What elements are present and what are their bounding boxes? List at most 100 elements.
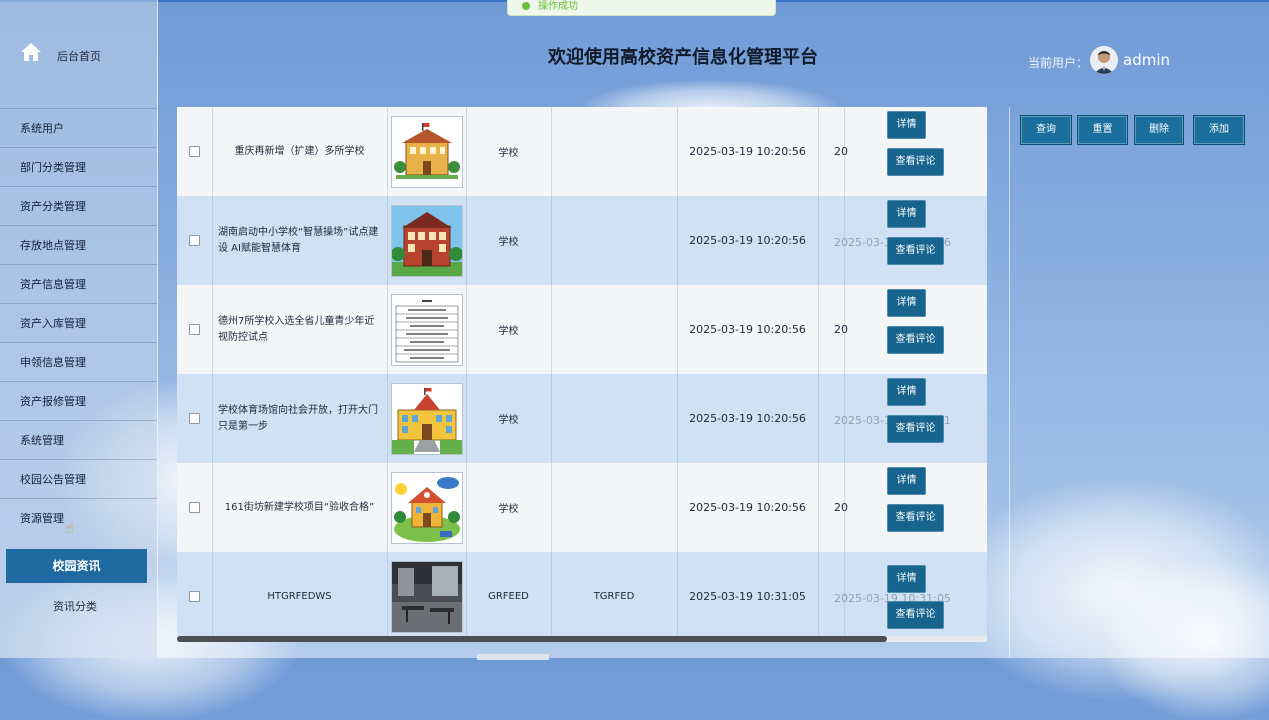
news-field	[551, 374, 678, 463]
sidebar-menu: 系统用户 部门分类管理 资产分类管理 存放地点管理 资产信息管理 资产入库管理 …	[0, 108, 157, 537]
created-date: 2025-03-19 10:20:56	[677, 196, 819, 285]
home-link[interactable]: 后台首页	[0, 30, 157, 80]
table-row: HTGRFEDWS GRFEED TGRFED 2025-03-19 10:31…	[177, 552, 987, 641]
view-comments-button[interactable]: 查看评论	[887, 601, 944, 629]
view-comments-button[interactable]: 查看评论	[887, 504, 944, 532]
sidebar-subitem-news-category[interactable]: 资讯分类	[0, 598, 150, 614]
sidebar-item-label: 申领信息管理	[20, 356, 86, 369]
table-row: 学校体育场馆向社会开放，打开大门只是第一步 学校 2025-03-19 10:2…	[177, 374, 987, 463]
detail-button[interactable]: 详情	[887, 111, 926, 139]
sidebar-item-label: 资产入库管理	[20, 317, 86, 330]
pagination[interactable]	[477, 654, 549, 660]
actions-cell: 详情 查看评论	[845, 107, 987, 196]
red-school-image	[391, 204, 463, 277]
view-comments-button[interactable]: 查看评论	[887, 237, 944, 265]
row-checkbox[interactable]	[189, 235, 200, 246]
created-date: 2025-03-19 10:20:56	[677, 107, 819, 196]
sidebar-item-repair[interactable]: 资产报修管理	[0, 381, 157, 420]
detail-button[interactable]: 详情	[887, 378, 926, 406]
news-field: TGRFED	[551, 552, 678, 641]
table-row: 湖南启动中小学校“智慧操场”试点建设 AI赋能智慧体育 学校 2025-03-1…	[177, 196, 987, 285]
home-icon	[21, 43, 41, 61]
view-comments-button[interactable]: 查看评论	[887, 415, 944, 443]
news-title: HTGRFEDWS	[212, 552, 388, 641]
updated-date: 2025-03-19 10:20:56	[818, 196, 951, 285]
updated-date: 20	[818, 107, 848, 196]
delete-button[interactable]: 删除	[1134, 115, 1184, 145]
row-checkbox[interactable]	[189, 146, 200, 157]
detail-button[interactable]: 详情	[887, 289, 926, 317]
news-title: 161街坊新建学校项目“验收合格”	[212, 463, 388, 552]
row-checkbox[interactable]	[189, 413, 200, 424]
sidebar-item-department[interactable]: 部门分类管理	[0, 147, 157, 186]
row-checkbox[interactable]	[189, 591, 200, 602]
reset-button[interactable]: 重置	[1077, 115, 1128, 145]
updated-date: 2025-03-19 10:20:01	[818, 374, 951, 463]
sidebar-item-label: 存放地点管理	[20, 239, 86, 252]
row-checkbox-cell	[177, 107, 213, 196]
add-button[interactable]: 添加	[1193, 115, 1245, 145]
sidebar-item-label: 资产信息管理	[20, 278, 86, 291]
updated-date: 20	[818, 285, 848, 374]
scrollbar-thumb[interactable]	[177, 636, 887, 642]
news-type: 学校	[466, 374, 552, 463]
row-checkbox-cell	[177, 196, 213, 285]
news-title: 德州7所学校入选全省儿童青少年近视防控试点	[212, 285, 388, 374]
sidebar-item-label: 系统用户	[20, 122, 64, 135]
sidebar-item-system[interactable]: 系统管理	[0, 420, 157, 459]
sidebar-item-users[interactable]: 系统用户	[0, 108, 157, 147]
thumbnail-cell	[388, 374, 467, 463]
thumbnail-cell	[388, 285, 467, 374]
created-date: 2025-03-19 10:31:05	[677, 552, 819, 641]
sidebar-item-announcement[interactable]: 校园公告管理	[0, 459, 157, 498]
sidebar-item-label: 资产报修管理	[20, 395, 86, 408]
actions-cell: 详情 查看评论	[845, 285, 987, 374]
detail-button[interactable]: 详情	[887, 200, 926, 228]
row-checkbox[interactable]	[189, 502, 200, 513]
created-date: 2025-03-19 10:20:56	[677, 285, 819, 374]
success-toast: 操作成功	[507, 0, 776, 16]
detail-button[interactable]: 详情	[887, 467, 926, 495]
user-label: 当前用户：	[1028, 56, 1089, 70]
row-checkbox-cell	[177, 552, 213, 641]
sidebar-item-resource[interactable]: 资源管理 ☝	[0, 498, 157, 537]
user-name: admin	[1123, 51, 1170, 69]
news-field	[551, 285, 678, 374]
sidebar-item-asset-info[interactable]: 资产信息管理	[0, 264, 157, 303]
sidebar-item-campus-news[interactable]: 校园资讯	[6, 549, 147, 583]
home-label: 后台首页	[57, 50, 101, 63]
horizontal-scrollbar[interactable]	[177, 636, 987, 642]
view-comments-button[interactable]: 查看评论	[887, 326, 944, 354]
yellow-school-image	[391, 382, 463, 455]
page-title: 欢迎使用高校资产信息化管理平台	[548, 47, 818, 68]
sidebar-item-label: 资源管理	[20, 512, 64, 525]
avatar[interactable]	[1090, 46, 1118, 74]
sidebar-item-label: 部门分类管理	[20, 161, 86, 174]
sidebar-item-label: 系统管理	[20, 434, 64, 447]
created-date: 2025-03-19 10:20:56	[677, 463, 819, 552]
cartoon-school-image	[391, 471, 463, 544]
actions-cell: 详情 查看评论	[845, 463, 987, 552]
sidebar-item-application[interactable]: 申领信息管理	[0, 342, 157, 381]
news-type: 学校	[466, 285, 552, 374]
sidebar-item-label: 校园公告管理	[20, 473, 86, 486]
table-row: 161街坊新建学校项目“验收合格” 学校 2025-03-19 10:20:56…	[177, 463, 987, 552]
thumbnail-cell	[388, 552, 467, 641]
user-avatar-icon	[1090, 46, 1118, 74]
sidebar-item-asset-category[interactable]: 资产分类管理	[0, 186, 157, 225]
news-type: GRFEED	[466, 552, 552, 641]
view-comments-button[interactable]: 查看评论	[887, 148, 944, 176]
school-building-image	[391, 115, 463, 188]
row-checkbox[interactable]	[189, 324, 200, 335]
search-button[interactable]: 查询	[1020, 115, 1072, 145]
sidebar-item-asset-inbound[interactable]: 资产入库管理	[0, 303, 157, 342]
pointer-hand-icon: ☝	[65, 519, 75, 537]
sidebar-item-location[interactable]: 存放地点管理	[0, 225, 157, 264]
detail-button[interactable]: 详情	[887, 565, 926, 593]
news-type: 学校	[466, 107, 552, 196]
sidebar-item-label: 资产分类管理	[20, 200, 86, 213]
success-icon	[522, 2, 530, 10]
row-checkbox-cell	[177, 374, 213, 463]
news-title: 湖南启动中小学校“智慧操场”试点建设 AI赋能智慧体育	[212, 196, 388, 285]
news-field	[551, 107, 678, 196]
